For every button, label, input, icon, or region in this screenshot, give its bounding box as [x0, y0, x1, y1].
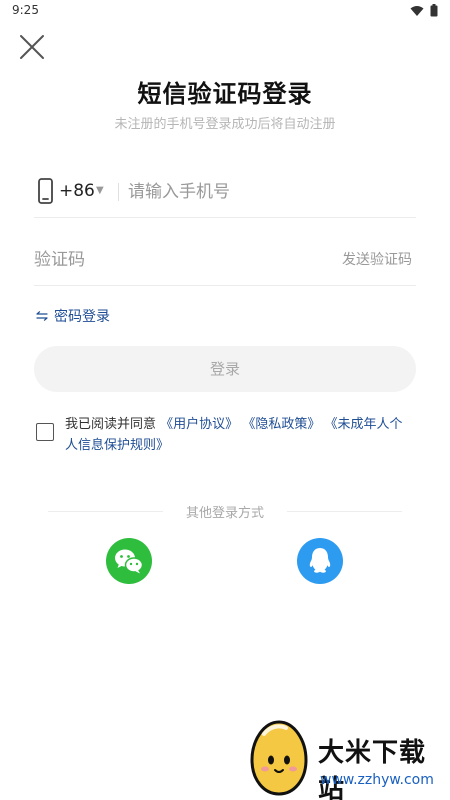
- send-code-button[interactable]: 发送验证码: [342, 249, 412, 269]
- mascot-logo-icon: [250, 720, 308, 796]
- page-subtitle: 未注册的手机号登录成功后将自动注册: [114, 117, 336, 132]
- verification-code-input[interactable]: [34, 246, 274, 274]
- user-agreement-link[interactable]: 《用户协议》: [160, 417, 238, 432]
- phone-number-input[interactable]: [128, 178, 408, 206]
- phone-input-row: +86 ▼: [34, 170, 416, 218]
- close-button[interactable]: [18, 33, 46, 61]
- password-login-label: 密码登录: [54, 309, 110, 325]
- page-title: 短信验证码登录: [137, 80, 313, 108]
- phone-icon: [38, 178, 53, 204]
- verification-code-row: 发送验证码: [34, 238, 416, 286]
- status-icons: [410, 4, 438, 17]
- divider: [118, 183, 119, 201]
- login-button[interactable]: 登录: [34, 346, 416, 392]
- status-bar: 9:25: [0, 0, 450, 22]
- battery-icon: [430, 4, 438, 17]
- agreement-text: 我已阅读并同意 《用户协议》 《隐私政策》 《未成年人个人信息保护规则》: [65, 414, 415, 456]
- wechat-login-button[interactable]: [106, 538, 152, 584]
- privacy-policy-link[interactable]: 《隐私政策》: [242, 417, 320, 432]
- status-time: 9:25: [12, 3, 39, 17]
- password-login-link[interactable]: 密码登录: [36, 306, 110, 326]
- agreement-checkbox[interactable]: [36, 423, 54, 441]
- wechat-icon: [115, 549, 144, 574]
- qq-icon: [309, 548, 331, 573]
- close-icon: [20, 35, 44, 59]
- divider-line-right: [287, 511, 402, 512]
- agreement-prefix: 我已阅读并同意: [65, 417, 157, 432]
- wifi-icon: [410, 5, 424, 16]
- swap-icon: [36, 311, 48, 321]
- watermark: 大米下载站 www.zzhyw.com: [244, 716, 450, 800]
- watermark-title: 大米下载站: [318, 738, 427, 800]
- country-code-selector[interactable]: +86: [59, 181, 95, 201]
- watermark-url: www.zzhyw.com: [320, 772, 434, 788]
- other-login-divider: 其他登录方式: [48, 502, 402, 522]
- qq-login-button[interactable]: [297, 538, 343, 584]
- chevron-down-icon[interactable]: ▼: [96, 185, 104, 196]
